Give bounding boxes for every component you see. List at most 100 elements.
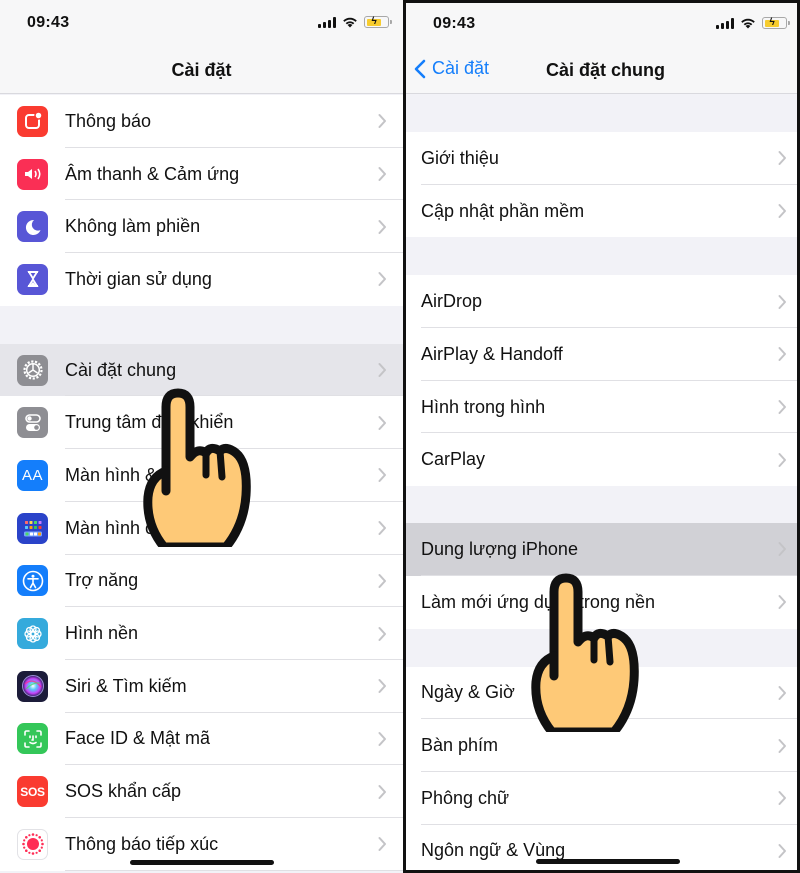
settings-screen: 09:43 ϟ Cài đặt Thông báo Âm thanh & Cảm… (0, 0, 403, 873)
chevron-right-icon (378, 837, 386, 852)
face-id-icon (17, 723, 48, 755)
settings-item-display-brightness[interactable]: AA Màn hình & Độ sáng (0, 449, 403, 502)
chevron-right-icon (778, 452, 786, 467)
section-gap (406, 95, 797, 132)
settings-item-label: Màn hình chính (65, 517, 190, 538)
general-item-about[interactable]: Giới thiệu (406, 132, 797, 185)
general-item-date-time[interactable]: Ngày & Giờ (406, 666, 797, 720)
settings-item-label: Trợ năng (65, 570, 139, 591)
settings-item-emergency-sos[interactable]: SOS SOS khẩn cấp (0, 765, 403, 818)
notifications-icon (17, 105, 48, 137)
chevron-right-icon (378, 167, 386, 182)
settings-item-label: Face ID & Mật mã (65, 728, 211, 749)
chevron-right-icon (778, 294, 786, 309)
general-item-software-update[interactable]: Cập nhật phần mềm (406, 184, 797, 238)
sounds-icon (17, 158, 48, 190)
chevron-right-icon (378, 219, 386, 234)
chevron-right-icon (778, 595, 786, 610)
chevron-right-icon (378, 415, 386, 430)
cellular-signal-icon (716, 17, 734, 29)
settings-item-wallpaper[interactable]: Hình nền (0, 607, 403, 660)
toggles-icon (17, 407, 48, 439)
status-icons: ϟ (318, 16, 392, 28)
general-item-iphone-storage[interactable]: Dung lượng iPhone (406, 523, 797, 576)
chevron-right-icon (778, 400, 786, 415)
settings-item-label: Bàn phím (421, 735, 499, 756)
wifi-icon (343, 17, 357, 28)
general-group-4: Ngày & Giờ Bàn phím Phông chữ Ngôn ngữ &… (406, 666, 797, 870)
chevron-right-icon (378, 521, 386, 536)
sos-icon-text: SOS (20, 784, 45, 799)
general-item-airdrop[interactable]: AirDrop (406, 275, 797, 329)
home-indicator[interactable] (130, 860, 274, 865)
settings-item-label: Trung tâm điều khiển (65, 412, 234, 433)
general-item-airplay-handoff[interactable]: AirPlay & Handoff (406, 328, 797, 381)
general-item-picture-in-picture[interactable]: Hình trong hình (406, 380, 797, 434)
settings-item-screen-time[interactable]: Thời gian sử dụng (0, 253, 403, 306)
cellular-signal-icon (318, 16, 336, 28)
text-size-icon: AA (17, 459, 48, 491)
chevron-right-icon (778, 542, 786, 557)
chevron-right-icon (378, 679, 386, 694)
chevron-right-icon (378, 468, 386, 483)
settings-item-label: Thời gian sử dụng (65, 268, 212, 289)
settings-list: Thông báo Âm thanh & Cảm ứng Không làm p… (0, 95, 403, 873)
moon-icon (17, 211, 48, 243)
settings-item-label: Cài đặt chung (65, 359, 177, 380)
chevron-right-icon (378, 573, 386, 588)
back-button[interactable]: Cài đặt (414, 58, 489, 79)
sos-icon: SOS (17, 776, 48, 808)
settings-item-do-not-disturb[interactable]: Không làm phiền (0, 200, 403, 254)
general-item-keyboard[interactable]: Bàn phím (406, 719, 797, 772)
settings-item-label: Ngày & Giờ (421, 682, 515, 703)
settings-item-control-center[interactable]: Trung tâm điều khiển (0, 396, 403, 450)
navigation-bar: Cài đặt Cài đặt chung (406, 48, 797, 94)
battery-charging-icon: ϟ (364, 16, 392, 28)
chevron-right-icon (378, 272, 386, 287)
gear-icon (17, 354, 48, 386)
general-item-fonts[interactable]: Phông chữ (406, 771, 797, 825)
chevron-right-icon (378, 626, 386, 641)
general-item-language-region[interactable]: Ngôn ngữ & Vùng (406, 824, 797, 870)
home-indicator[interactable] (536, 859, 680, 864)
wifi-icon (741, 18, 755, 29)
settings-item-accessibility[interactable]: Trợ năng (0, 554, 403, 608)
status-bar: 09:43 ϟ (406, 3, 797, 51)
settings-item-label: Hình nền (65, 623, 139, 644)
settings-item-notifications[interactable]: Thông báo (0, 95, 403, 148)
section-gap (406, 628, 797, 667)
settings-item-label: Giới thiệu (421, 147, 499, 168)
settings-item-home-screen[interactable]: Màn hình chính (0, 501, 403, 555)
general-item-carplay[interactable]: CarPlay (406, 433, 797, 487)
settings-item-label: SOS khẩn cấp (65, 781, 182, 802)
status-time: 09:43 (433, 15, 476, 32)
settings-item-face-id-passcode[interactable]: Face ID & Mật mã (0, 712, 403, 766)
settings-item-siri-search[interactable]: Siri & Tìm kiếm (0, 659, 403, 713)
section-gap (0, 305, 403, 344)
settings-item-label: Phông chữ (421, 787, 510, 808)
settings-group-2: Cài đặt chung Trung tâm điều khiển AA Mà… (0, 343, 403, 871)
settings-item-label: Thông báo (65, 110, 152, 131)
settings-item-label: Thông báo tiếp xúc (65, 833, 219, 854)
settings-item-label: Dung lượng iPhone (421, 538, 578, 559)
chevron-right-icon (378, 784, 386, 799)
status-icons: ϟ (716, 17, 790, 29)
status-bar: 09:43 ϟ (0, 0, 403, 48)
settings-item-sounds[interactable]: Âm thanh & Cảm ứng (0, 147, 403, 201)
settings-item-general[interactable]: Cài đặt chung (0, 343, 403, 397)
page-title: Cài đặt (171, 60, 232, 80)
general-group-2: AirDrop AirPlay & Handoff Hình trong hìn… (406, 275, 797, 487)
chevron-right-icon (778, 791, 786, 806)
general-item-background-app-refresh[interactable]: Làm mới ứng dụng trong nền (406, 575, 797, 629)
general-group-1: Giới thiệu Cập nhật phần mềm (406, 132, 797, 238)
accessibility-icon (17, 565, 48, 597)
status-time: 09:43 (27, 14, 70, 31)
hourglass-icon (17, 263, 48, 295)
exposure-icon (17, 828, 48, 860)
section-gap (406, 237, 797, 276)
chevron-right-icon (378, 114, 386, 129)
chevron-right-icon (778, 347, 786, 362)
settings-item-label: Siri & Tìm kiếm (65, 675, 187, 696)
settings-item-label: CarPlay (421, 449, 486, 470)
settings-item-label: Cập nhật phần mềm (421, 200, 585, 221)
